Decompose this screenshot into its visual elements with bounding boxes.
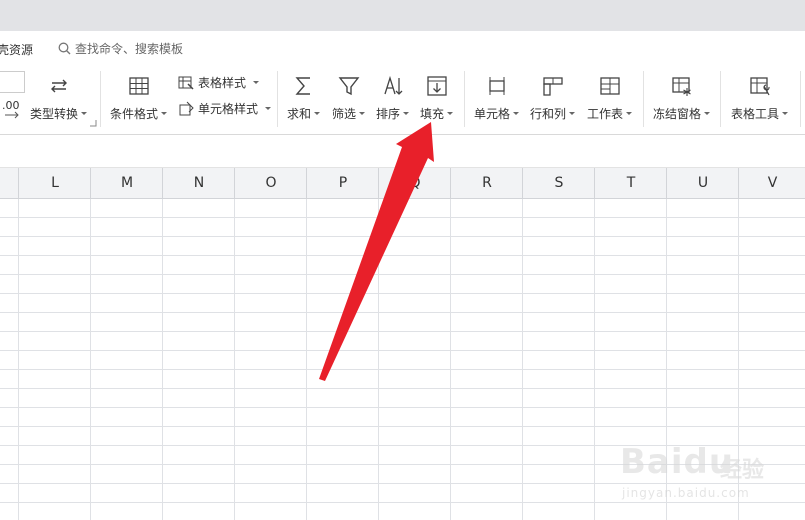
watermark-brand: Baidu	[620, 442, 735, 482]
table-tools-icon	[747, 73, 773, 99]
type-convert-label: 类型转换	[30, 107, 79, 121]
search-placeholder: 查找命令、搜索模板	[75, 41, 184, 56]
column-header-t[interactable]: T	[594, 168, 667, 198]
fill-label: 填充	[420, 107, 445, 121]
type-convert-button[interactable]: 类型转换	[30, 73, 88, 122]
filter-button[interactable]: 筛选	[332, 73, 366, 122]
separator	[720, 71, 721, 127]
worksheet-icon	[597, 73, 623, 99]
fill-icon	[424, 73, 450, 99]
conditional-format-label: 条件格式	[110, 107, 159, 121]
cell-style-label: 单元格样式	[198, 102, 259, 116]
title-bar	[0, 0, 805, 31]
row-col-icon	[540, 73, 566, 99]
menu-item-resources[interactable]: 壳资源	[0, 41, 33, 58]
decimal-arrow-icon	[5, 111, 19, 119]
freeze-panes-button[interactable]: 冻结窗格	[653, 73, 711, 122]
fill-button[interactable]: 填充	[420, 73, 454, 122]
watermark: Baidu 经验 jingyan.baidu.com	[612, 432, 792, 502]
grid-line	[306, 199, 307, 520]
grid-line	[234, 199, 235, 520]
column-header-n[interactable]: N	[162, 168, 235, 198]
ribbon-toolbar: .00 类型转换 条件格式 表格样式 单元格样式 求和 筛选 排序 填充 单元格…	[0, 65, 805, 135]
dialog-launcher-icon[interactable]	[90, 120, 97, 127]
formula-bar[interactable]	[0, 135, 805, 168]
separator	[643, 71, 644, 127]
table-style-label: 表格样式	[198, 76, 247, 90]
sigma-icon	[291, 73, 317, 99]
conditional-format-button[interactable]: 条件格式	[110, 73, 168, 122]
grid-line	[594, 199, 595, 520]
column-header-row: L M N O P Q R S T U V	[0, 168, 805, 199]
row-col-label: 行和列	[530, 107, 567, 121]
filter-icon	[336, 73, 362, 99]
column-header-p[interactable]: P	[306, 168, 379, 198]
grid-line	[378, 199, 379, 520]
separator	[277, 71, 278, 127]
table-style-button[interactable]: 表格样式	[178, 74, 260, 91]
cell-style-button[interactable]: 单元格样式	[178, 100, 272, 117]
cell-button[interactable]: 单元格	[474, 73, 520, 122]
grid-line	[162, 199, 163, 520]
cell-icon	[484, 73, 510, 99]
column-header-r[interactable]: R	[450, 168, 523, 198]
column-header-v[interactable]: V	[738, 168, 805, 198]
column-header-q[interactable]: Q	[378, 168, 451, 198]
cell-style-icon	[179, 101, 194, 115]
freeze-icon	[669, 73, 695, 99]
column-header-l[interactable]: L	[18, 168, 91, 198]
conditional-format-icon	[126, 73, 152, 99]
separator	[464, 71, 465, 127]
command-search[interactable]: 查找命令、搜索模板	[58, 39, 183, 57]
separator	[100, 71, 101, 127]
sort-button[interactable]: 排序	[376, 73, 410, 122]
freeze-label: 冻结窗格	[653, 107, 702, 121]
grid-line	[450, 199, 451, 520]
menu-bar: 壳资源 查找命令、搜索模板	[0, 31, 805, 65]
sum-label: 求和	[287, 107, 312, 121]
column-header-u[interactable]: U	[666, 168, 739, 198]
watermark-cn: 经验	[720, 458, 765, 483]
convert-icon	[46, 73, 72, 99]
grid-line	[18, 199, 19, 520]
sort-label: 排序	[376, 107, 401, 121]
table-tools-label: 表格工具	[731, 107, 780, 121]
sort-icon	[380, 73, 406, 99]
watermark-url: jingyan.baidu.com	[622, 486, 750, 500]
column-header-s[interactable]: S	[522, 168, 595, 198]
filter-label: 筛选	[332, 107, 357, 121]
column-header-o[interactable]: O	[234, 168, 307, 198]
table-style-icon	[178, 76, 194, 90]
cell-label: 单元格	[474, 107, 511, 121]
row-col-button[interactable]: 行和列	[530, 73, 576, 122]
search-icon	[58, 42, 71, 54]
sum-button[interactable]: 求和	[287, 73, 321, 122]
table-tools-button[interactable]: 表格工具	[731, 73, 789, 122]
grid-line	[90, 199, 91, 520]
worksheet-button[interactable]: 工作表	[587, 73, 633, 122]
worksheet-label: 工作表	[587, 107, 624, 121]
column-header-m[interactable]: M	[90, 168, 163, 198]
number-format-dropdown[interactable]	[0, 71, 25, 93]
separator	[800, 71, 801, 127]
grid-line	[522, 199, 523, 520]
